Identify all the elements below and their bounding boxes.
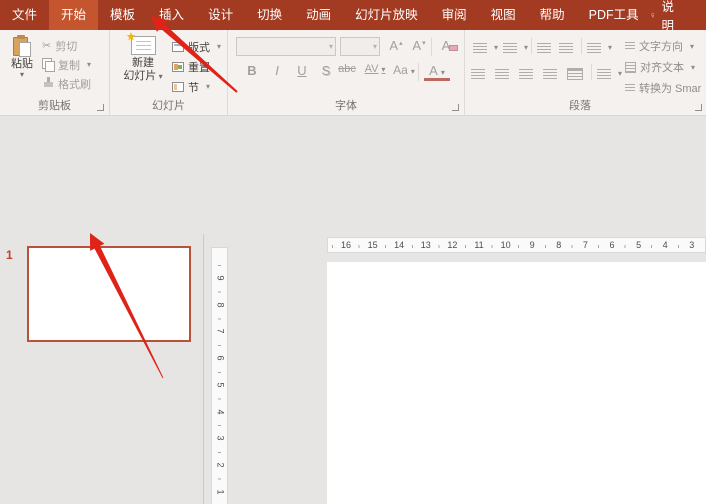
justify-icon: [543, 69, 557, 79]
convert-to-smartart-button[interactable]: 转换为 Smar: [625, 80, 701, 96]
tab-file[interactable]: 文件: [0, 0, 49, 30]
scissors-icon: ✂: [42, 39, 51, 52]
numbering-button[interactable]: [503, 39, 528, 56]
slide-thumbnail[interactable]: [27, 246, 191, 342]
layout-icon: [172, 42, 184, 52]
align-left-icon: [471, 69, 485, 79]
new-slide-button[interactable]: 新建 幻灯片 ▾: [120, 36, 166, 83]
text-direction-icon: [625, 42, 635, 51]
section-button[interactable]: 节: [172, 78, 210, 95]
horizontal-ruler: 16 15 14 13 12 11 10 9 8 7 6 5 4 3: [327, 237, 706, 253]
justify-button[interactable]: [543, 65, 557, 82]
decrease-indent-button[interactable]: [537, 39, 551, 56]
bulleted-list-icon: [473, 43, 487, 53]
clipboard-group-label: 剪贴板: [0, 97, 109, 113]
decrease-indent-icon: [537, 43, 551, 53]
slide-thumbnail-number: 1: [6, 248, 13, 262]
tab-help[interactable]: 帮助: [528, 0, 577, 30]
ribbon-tab-bar: 文件 开始 模板 插入 设计 切换 动画 幻灯片放映 审阅 视图 帮助 PDF工…: [0, 0, 706, 30]
text-shadow-button[interactable]: S: [316, 63, 336, 78]
reset-icon: [172, 62, 184, 72]
paragraph-dialog-launcher-icon[interactable]: [695, 104, 702, 111]
clipboard-dialog-launcher-icon[interactable]: [97, 104, 104, 111]
tab-view[interactable]: 视图: [479, 0, 528, 30]
text-direction-button[interactable]: 文字方向: [625, 38, 694, 54]
italic-button[interactable]: I: [267, 63, 287, 78]
distributed-button[interactable]: [567, 65, 583, 82]
line-spacing-icon: [587, 43, 601, 53]
font-name-combobox[interactable]: [236, 37, 336, 56]
align-left-button[interactable]: [471, 65, 485, 82]
paragraph-group-label: 段落: [465, 97, 695, 113]
font-group-label: 字体: [228, 97, 464, 113]
tab-pdf-tools[interactable]: PDF工具: [577, 0, 651, 30]
powerpoint-window: 文件 开始 模板 插入 设计 切换 动画 幻灯片放映 审阅 视图 帮助 PDF工…: [0, 0, 706, 504]
decrease-font-size-button[interactable]: A: [409, 38, 429, 53]
font-dialog-launcher-icon[interactable]: [452, 104, 459, 111]
increase-font-size-button[interactable]: A: [386, 38, 406, 53]
font-color-button[interactable]: A: [424, 63, 450, 81]
paste-button[interactable]: 粘贴 ▾: [6, 35, 38, 78]
new-slide-icon: [131, 36, 156, 55]
align-right-icon: [519, 69, 533, 79]
ribbon: 粘贴 ▾ ✂ 剪切 复制 格式刷 剪贴板: [0, 30, 706, 116]
tab-home[interactable]: 开始: [49, 0, 98, 30]
slides-group-label: 幻灯片: [110, 97, 227, 113]
panel-divider: [203, 234, 204, 504]
font-size-combobox[interactable]: [340, 37, 380, 56]
bold-button[interactable]: B: [242, 63, 262, 78]
strikethrough-button[interactable]: abc: [334, 63, 360, 75]
change-case-button[interactable]: Aa: [390, 63, 418, 77]
slide-canvas[interactable]: [327, 262, 706, 504]
underline-button[interactable]: U: [292, 63, 312, 78]
columns-icon: [597, 69, 611, 79]
sparkle-icon: [127, 32, 136, 41]
paste-dropdown-caret: ▾: [20, 71, 24, 78]
tab-review[interactable]: 审阅: [430, 0, 479, 30]
group-slides: 新建 幻灯片 ▾ 版式 重置 节 幻灯片: [110, 30, 228, 115]
bullets-button[interactable]: [473, 39, 498, 56]
tab-animations[interactable]: 动画: [294, 0, 343, 30]
character-spacing-button[interactable]: AV: [360, 63, 390, 75]
line-spacing-button[interactable]: [587, 39, 612, 56]
align-text-button[interactable]: 对齐文本: [625, 59, 695, 75]
align-center-icon: [495, 69, 509, 79]
lightbulb-icon: [651, 7, 655, 24]
numbered-list-icon: [503, 43, 517, 53]
increase-indent-button[interactable]: [559, 39, 573, 56]
vertical-ruler: 9 8 7 6 5 4 3 2 1 0 1 2 3: [211, 247, 228, 504]
format-painter-button[interactable]: 格式刷: [42, 75, 91, 92]
clear-formatting-button[interactable]: A: [436, 38, 456, 53]
tab-template[interactable]: 模板: [98, 0, 147, 30]
layout-button[interactable]: 版式: [172, 38, 221, 55]
tell-me-search[interactable]: 操作说明搜索: [651, 0, 684, 30]
section-icon: [172, 82, 184, 92]
copy-button[interactable]: 复制: [42, 56, 91, 73]
format-painter-icon: [42, 77, 54, 90]
align-text-icon: [625, 62, 636, 73]
tab-slideshow[interactable]: 幻灯片放映: [343, 0, 430, 30]
group-clipboard: 粘贴 ▾ ✂ 剪切 复制 格式刷 剪贴板: [0, 30, 110, 115]
reset-button[interactable]: 重置: [172, 58, 210, 75]
group-font: A A A B I U S abc AV Aa A 字体: [228, 30, 465, 115]
columns-button[interactable]: [597, 65, 622, 82]
tab-insert[interactable]: 插入: [147, 0, 196, 30]
tab-design[interactable]: 设计: [196, 0, 245, 30]
smartart-icon: [625, 84, 635, 93]
cut-button[interactable]: ✂ 剪切: [42, 37, 77, 54]
paste-clipboard-icon: [12, 35, 32, 58]
align-right-button[interactable]: [519, 65, 533, 82]
group-paragraph: 文字方向 对齐文本 转换为 Smar 段落: [465, 30, 706, 115]
distributed-icon: [567, 68, 583, 80]
increase-indent-icon: [559, 43, 573, 53]
align-center-button[interactable]: [495, 65, 509, 82]
tab-transitions[interactable]: 切换: [245, 0, 294, 30]
workspace: 1 9 8 7 6 5 4 3 2 1 0 1 2 3 16 15 14 13 …: [0, 117, 706, 504]
copy-icon: [42, 58, 54, 71]
